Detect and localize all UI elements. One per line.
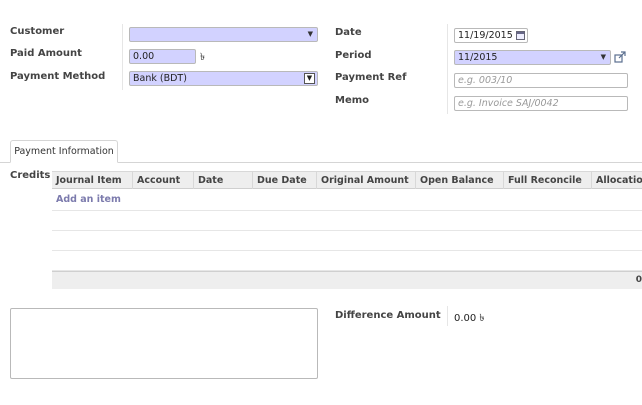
dropdown-caret-icon: ▼ (600, 53, 606, 61)
column-date[interactable]: Date (193, 172, 252, 189)
column-account[interactable]: Account (132, 172, 193, 189)
date-label: Date (335, 27, 362, 38)
payment-method-label: Payment Method (10, 71, 106, 82)
add-item-link[interactable]: Add an item (56, 194, 121, 205)
right-column-separator (447, 24, 448, 114)
credits-table-footer: 0 (52, 271, 642, 289)
column-allocation[interactable]: Allocation (591, 172, 642, 189)
credits-label: Credits (10, 170, 51, 181)
table-row (52, 231, 642, 251)
calendar-icon[interactable] (516, 31, 525, 40)
difference-amount-label: Difference Amount (335, 310, 441, 321)
date-input[interactable]: 11/19/2015 (454, 28, 528, 43)
external-link-icon[interactable] (614, 51, 626, 63)
memo-input[interactable]: e.g. Invoice SAJ/0042 (454, 96, 628, 111)
payment-method-select[interactable]: Bank (BDT) ▼ (129, 71, 318, 86)
select-arrow-icon: ▼ (304, 73, 315, 84)
currency-symbol: ৳ (200, 52, 205, 63)
customer-select[interactable]: ▼ (129, 27, 318, 42)
difference-amount-value: 0.00 ৳ (454, 313, 485, 324)
column-full-reconcile[interactable]: Full Reconcile (503, 172, 591, 189)
date-value: 11/19/2015 (458, 30, 513, 41)
footer-total: 0 (635, 275, 642, 285)
payment-method-value: Bank (BDT) (133, 73, 187, 84)
tab-payment-information[interactable]: Payment Information (10, 140, 118, 163)
table-row: Add an item (52, 191, 642, 211)
column-due-date[interactable]: Due Date (252, 172, 316, 189)
period-select[interactable]: 11/2015 ▼ (454, 50, 611, 65)
left-column-separator (122, 24, 123, 90)
paid-amount-input[interactable]: 0.00 (129, 49, 196, 64)
dropdown-caret-icon: ▼ (307, 30, 313, 38)
column-open-balance[interactable]: Open Balance (415, 172, 503, 189)
difference-separator (447, 306, 448, 326)
table-row (52, 211, 642, 231)
payment-ref-label: Payment Ref (335, 72, 407, 83)
credits-table: Journal Item Account Date Due Date Origi… (52, 171, 642, 289)
table-row (52, 251, 642, 271)
column-original-amount[interactable]: Original Amount (316, 172, 415, 189)
notes-textarea[interactable] (10, 308, 318, 379)
column-journal-item[interactable]: Journal Item (52, 172, 132, 189)
period-label: Period (335, 50, 372, 61)
period-value: 11/2015 (458, 52, 498, 63)
credits-table-header: Journal Item Account Date Due Date Origi… (52, 171, 642, 189)
memo-label: Memo (335, 95, 370, 106)
paid-amount-label: Paid Amount (10, 48, 82, 59)
paid-amount-value: 0.00 (133, 51, 155, 62)
customer-label: Customer (10, 26, 65, 37)
payment-ref-input[interactable]: e.g. 003/10 (454, 73, 628, 88)
